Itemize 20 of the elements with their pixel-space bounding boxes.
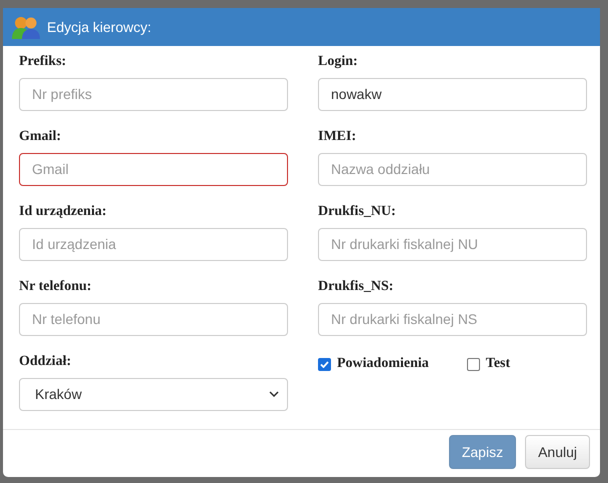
checkbox-label[interactable]: Powiadomienia bbox=[318, 356, 429, 372]
checkbox[interactable] bbox=[318, 358, 331, 371]
chevron-down-icon bbox=[269, 391, 279, 398]
checkbox-label[interactable]: Test bbox=[466, 356, 510, 372]
dialog-title: Edycja kierowcy: bbox=[47, 18, 152, 35]
field-label: Gmail: bbox=[19, 128, 62, 146]
field-label: Prefiks: bbox=[19, 54, 68, 71]
field-label: Id urządzenia: bbox=[19, 204, 108, 221]
text-field[interactable]: Gmail bbox=[19, 152, 288, 186]
field-label: Nr telefonu: bbox=[19, 278, 92, 296]
field-label: Oddział: bbox=[19, 354, 72, 371]
field-label: IMEI: bbox=[318, 128, 358, 146]
users-icon bbox=[11, 14, 41, 39]
cancel-button[interactable]: Anuluj bbox=[525, 435, 590, 470]
field-label: Login: bbox=[318, 54, 359, 71]
field-label: Drukfis_NS: bbox=[318, 278, 394, 296]
select-field[interactable]: Kraków bbox=[19, 378, 288, 411]
text-field[interactable]: nowakw bbox=[318, 78, 587, 111]
field-label: Drukfis_NU: bbox=[318, 204, 397, 221]
checkbox[interactable] bbox=[466, 358, 480, 371]
